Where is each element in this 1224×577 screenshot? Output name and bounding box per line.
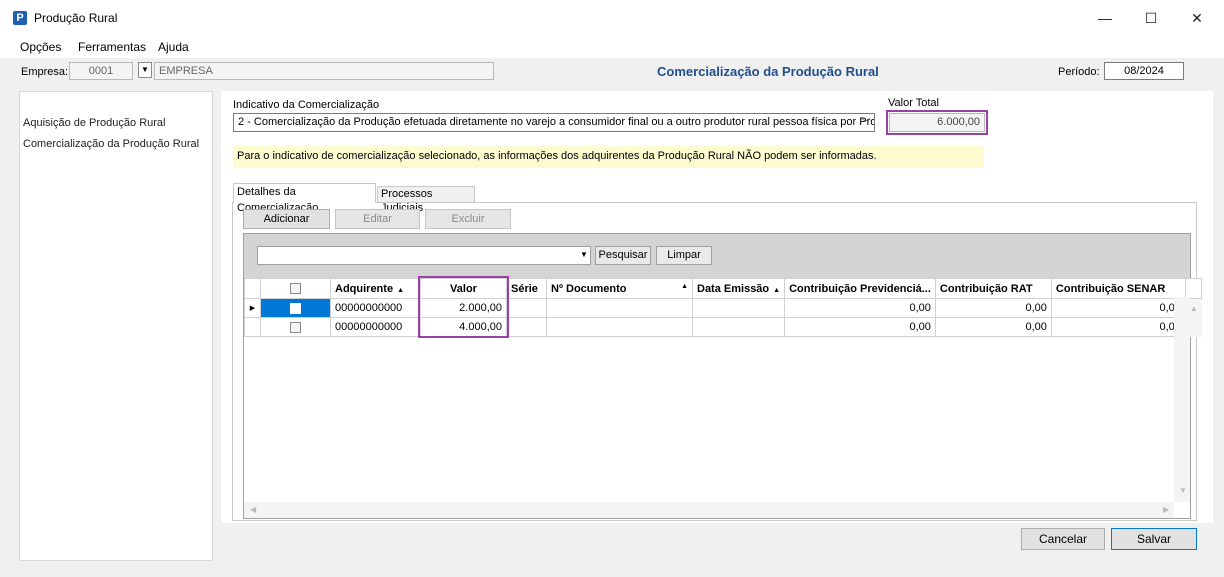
page-title: Comercialização da Produção Rural: [657, 64, 879, 79]
table-row[interactable]: ▶ 00000000000 2.000,00 0,00 0,00 0,00 ▲: [244, 298, 1202, 318]
col-header-serie[interactable]: Série: [506, 278, 547, 299]
menu-opcoes[interactable]: Opções: [20, 40, 61, 54]
col-header-contrib-prev[interactable]: Contribuição Previdenciá...: [784, 278, 936, 299]
info-message: Para o indicativo de comercialização sel…: [233, 146, 984, 168]
col-header-contrib-rat[interactable]: Contribuição RAT: [934, 278, 1052, 299]
table-row[interactable]: 00000000000 4.000,00 0,00 0,00 0,00: [244, 317, 1202, 337]
delete-button[interactable]: Excluir: [425, 209, 511, 229]
horizontal-scrollbar[interactable]: [244, 502, 1174, 518]
edit-button[interactable]: Editar: [335, 209, 420, 229]
empresa-code-field[interactable]: 0001: [69, 62, 133, 80]
indicativo-select[interactable]: 2 - Comercialização da Produção efetuada…: [233, 113, 875, 132]
add-button[interactable]: Adicionar: [243, 209, 330, 229]
grid-header-row: Adquirente ▲ Valor Série Nº Documento ▲ Da…: [244, 278, 1203, 299]
menu-ajuda[interactable]: Ajuda: [158, 40, 189, 54]
col-header-adquirente[interactable]: Adquirente ▲: [330, 278, 421, 299]
cell-serie[interactable]: [506, 298, 547, 318]
scroll-header-spacer: [1184, 278, 1203, 299]
current-row-icon: ▶: [244, 298, 261, 318]
save-button[interactable]: Salvar: [1111, 528, 1197, 550]
chevron-down-icon[interactable]: ﹀: [861, 116, 870, 129]
cell-contrib-prev[interactable]: 0,00: [784, 298, 936, 318]
cancel-button[interactable]: Cancelar: [1021, 528, 1105, 550]
select-all-checkbox[interactable]: [260, 278, 331, 299]
periodo-label: Período:: [1058, 66, 1100, 78]
valor-total-label: Valor Total: [888, 97, 939, 109]
empresa-dropdown-icon[interactable]: ▼: [138, 62, 152, 78]
row-checkbox[interactable]: [260, 317, 331, 337]
cell-contrib-prev[interactable]: 0,00: [784, 317, 936, 337]
menu-ferramentas[interactable]: Ferramentas: [78, 40, 146, 54]
cell-documento[interactable]: [546, 317, 693, 337]
close-button[interactable]: ✕: [1174, 4, 1220, 32]
scroll-down-icon[interactable]: ▼: [1179, 486, 1187, 495]
minimize-button[interactable]: —: [1082, 4, 1128, 32]
grid-filter-input[interactable]: [257, 246, 591, 265]
col-header-contrib-senar[interactable]: Contribuição SENAR: [1050, 278, 1186, 299]
cell-contrib-rat[interactable]: 0,00: [934, 298, 1052, 318]
tab-processos[interactable]: Processos Judiciais: [377, 186, 475, 214]
cell-data-emissao[interactable]: [691, 317, 786, 337]
cell-contrib-senar[interactable]: 0,00: [1050, 298, 1186, 318]
cell-adquirente[interactable]: 00000000000: [330, 298, 421, 318]
cell-contrib-rat[interactable]: 0,00: [934, 317, 1052, 337]
filter-dropdown-icon[interactable]: ▼: [580, 250, 588, 259]
maximize-button[interactable]: ☐: [1128, 4, 1174, 32]
title-bar: [0, 0, 1224, 36]
valor-total-field: 6.000,00: [889, 113, 985, 132]
cell-contrib-senar[interactable]: 0,00: [1050, 317, 1186, 337]
row-indicator-header: [244, 278, 261, 299]
empresa-label: Empresa:: [21, 66, 69, 78]
cell-data-emissao[interactable]: [691, 298, 786, 318]
empresa-name-field: EMPRESA: [154, 62, 494, 80]
app-logo-icon: P: [13, 11, 27, 25]
search-button[interactable]: Pesquisar: [595, 246, 651, 265]
row-checkbox[interactable]: [260, 298, 331, 318]
scroll-right-icon[interactable]: ▶: [1163, 505, 1169, 514]
indicativo-value: 2 - Comercialização da Produção efetuada…: [238, 116, 875, 128]
row-indicator: [244, 317, 261, 337]
sort-up-icon: ▲: [681, 282, 688, 290]
clear-button[interactable]: Limpar: [656, 246, 712, 265]
nav-aquisicao[interactable]: Aquisição de Produção Rural: [23, 117, 165, 129]
col-header-data-emissao[interactable]: Data Emissão ▲: [691, 278, 786, 299]
left-nav-panel: [19, 91, 213, 561]
cell-adquirente[interactable]: 00000000000: [330, 317, 421, 337]
periodo-field[interactable]: 08/2024: [1104, 62, 1184, 80]
grid-table: Adquirente ▲ Valor Série Nº Documento ▲ Da…: [244, 278, 1203, 337]
nav-comercializacao[interactable]: Comercialização da Produção Rural: [23, 138, 199, 150]
indicativo-label: Indicativo da Comercialização: [233, 99, 380, 111]
sort-up-icon: ▲: [397, 286, 404, 294]
window-title: Produção Rural: [34, 11, 118, 25]
tab-detalhes[interactable]: Detalhes da Comercialização: [233, 183, 376, 214]
valor-column-highlight: [418, 276, 509, 338]
cell-documento[interactable]: [546, 298, 693, 318]
cell-serie[interactable]: [506, 317, 547, 337]
vertical-scrollbar[interactable]: [1174, 297, 1190, 502]
scroll-left-icon[interactable]: ◀: [250, 505, 256, 514]
col-header-documento[interactable]: Nº Documento ▲: [546, 278, 693, 299]
sort-up-icon: ▲: [773, 286, 781, 294]
